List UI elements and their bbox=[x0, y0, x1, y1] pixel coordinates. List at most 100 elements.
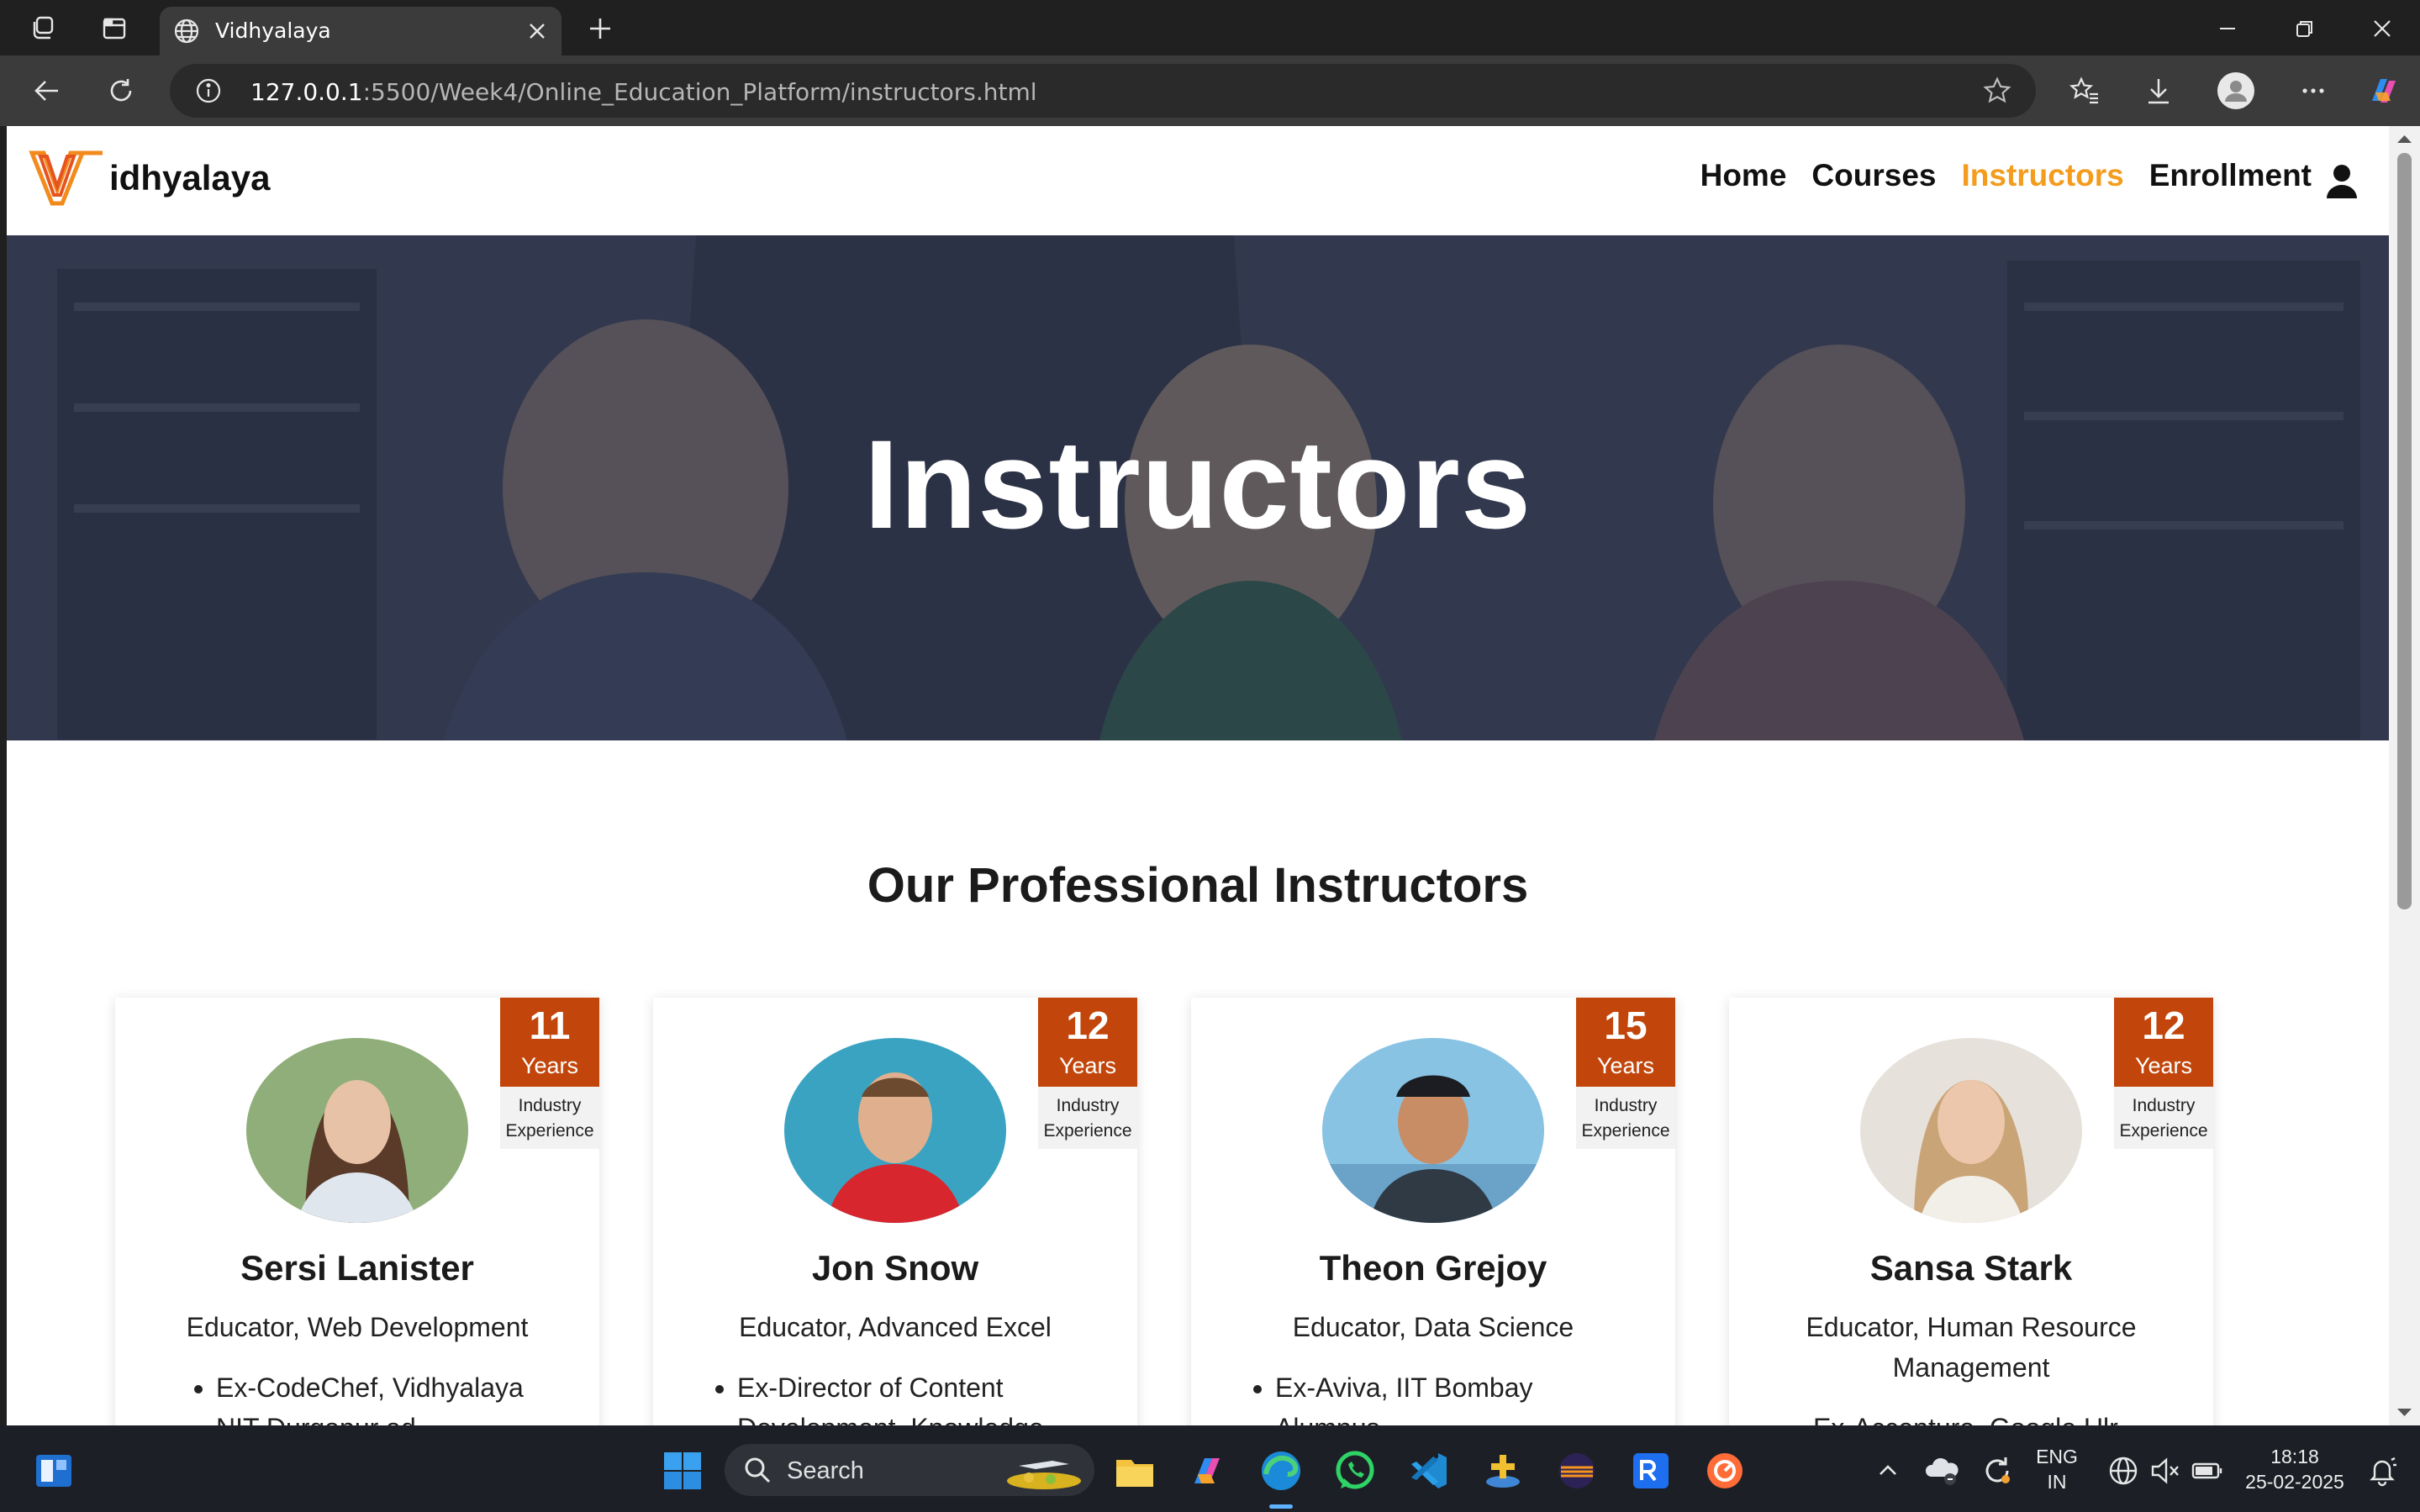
instructor-name: Theon Grejoy bbox=[1319, 1248, 1547, 1288]
url-host: 127.0.0.1 bbox=[250, 78, 363, 106]
active-tab[interactable]: Vidhyalaya bbox=[160, 7, 562, 55]
start-icon[interactable] bbox=[659, 1447, 706, 1494]
url-text[interactable]: 127.0.0.1:5500/Week4/Online_Education_Pl… bbox=[250, 78, 1037, 106]
show-hidden-icons-icon[interactable] bbox=[1864, 1447, 1911, 1494]
instructor-highlights: Ex-CodeChef, Vidhyalaya NIT Durgapur ad.… bbox=[208, 1367, 524, 1425]
minimize-icon[interactable] bbox=[2206, 10, 2249, 47]
years-label: Years bbox=[1058, 1053, 1117, 1078]
list-item: Ex-Accenture, Google Ulr... bbox=[1813, 1408, 2139, 1425]
restore-icon[interactable] bbox=[2283, 10, 2327, 47]
search-highlight-icon bbox=[1002, 1449, 1086, 1495]
hero-banner: Instructors bbox=[7, 235, 2389, 740]
file-explorer-icon[interactable] bbox=[1111, 1447, 1158, 1494]
language-code: ENG bbox=[2036, 1446, 2078, 1467]
nav-instructors[interactable]: Instructors bbox=[1961, 158, 2123, 193]
active-app-indicator bbox=[1269, 1504, 1293, 1509]
instructor-highlights: Ex-Accenture, Google Ulr... bbox=[1805, 1408, 2139, 1425]
close-tab-icon[interactable] bbox=[521, 15, 553, 47]
site-logo[interactable]: idhyalaya bbox=[27, 148, 270, 208]
search-label: Search bbox=[787, 1457, 864, 1484]
instructor-card[interactable]: 12 Years Industry Experience Sansa Stark … bbox=[1729, 998, 2213, 1425]
browser-toolbar: 127.0.0.1:5500/Week4/Online_Education_Pl… bbox=[0, 55, 2420, 126]
favorites-icon[interactable] bbox=[2064, 71, 2105, 111]
close-window-icon[interactable] bbox=[2360, 10, 2404, 47]
scrollbar-thumb[interactable] bbox=[2397, 153, 2412, 909]
notification-bell-icon[interactable] bbox=[2359, 1447, 2406, 1494]
clock[interactable]: 18:18 25-02-2025 bbox=[2236, 1444, 2354, 1494]
widgets-icon[interactable] bbox=[30, 1447, 77, 1494]
instructor-role: Educator, Web Development bbox=[186, 1312, 529, 1342]
list-item: Alumnus bbox=[1275, 1408, 1532, 1425]
experience-label: Industry Experience bbox=[1038, 1087, 1137, 1149]
workspaces-icon[interactable] bbox=[27, 12, 61, 45]
years-number: 12 bbox=[1066, 1004, 1110, 1047]
instructor-card[interactable]: 15 Years Industry Experience Theon Grejoy… bbox=[1191, 998, 1675, 1425]
years-badge: 12 Years bbox=[1038, 998, 1137, 1087]
browser-tab-bar: Vidhyalaya bbox=[0, 0, 2420, 55]
taskbar: Search ENG IN 18:18 25-02-2025 bbox=[0, 1425, 2420, 1512]
years-number: 12 bbox=[2142, 1004, 2185, 1047]
favorite-star-icon[interactable] bbox=[1982, 76, 2012, 110]
list-item: Ex-Aviva, IIT Bombay bbox=[1275, 1367, 1532, 1408]
vscode-icon[interactable] bbox=[1405, 1447, 1453, 1494]
profile-avatar-icon[interactable] bbox=[2216, 71, 2256, 111]
input-language[interactable]: ENG IN bbox=[2027, 1444, 2086, 1494]
years-label: Years bbox=[1596, 1053, 1655, 1078]
update-icon[interactable] bbox=[1974, 1447, 2021, 1494]
years-label: Years bbox=[520, 1053, 579, 1078]
instructor-photo bbox=[246, 1038, 468, 1223]
nav-home[interactable]: Home bbox=[1700, 158, 1787, 193]
reload-icon[interactable] bbox=[101, 71, 141, 111]
globe-icon bbox=[173, 18, 200, 49]
rider-icon[interactable] bbox=[1627, 1447, 1674, 1494]
site-info-icon[interactable] bbox=[195, 77, 222, 108]
whatsapp-icon[interactable] bbox=[1331, 1447, 1379, 1494]
network-icon[interactable] bbox=[2100, 1447, 2147, 1494]
section-title: Our Professional Instructors bbox=[867, 858, 1529, 913]
vertical-tabs-icon[interactable] bbox=[98, 12, 131, 45]
logo-text: idhyalaya bbox=[109, 158, 271, 198]
clock-date: 25-02-2025 bbox=[2245, 1471, 2344, 1493]
nav-enrollment[interactable]: Enrollment bbox=[2149, 158, 2312, 193]
experience-label: Industry Experience bbox=[500, 1087, 599, 1149]
more-options-icon[interactable] bbox=[2293, 71, 2333, 111]
instructor-name: Sersi Lanister bbox=[240, 1248, 474, 1288]
instructor-highlights: Ex-Aviva, IIT Bombay Alumnus bbox=[1267, 1367, 1532, 1425]
address-bar[interactable]: 127.0.0.1:5500/Week4/Online_Education_Pl… bbox=[170, 64, 2036, 118]
user-account-icon[interactable] bbox=[2325, 163, 2359, 200]
eclipse-icon[interactable] bbox=[1553, 1447, 1600, 1494]
copilot-icon[interactable] bbox=[2364, 71, 2404, 111]
instructor-role: Educator, Human Resource Management bbox=[1806, 1312, 2137, 1383]
nav-courses[interactable]: Courses bbox=[1811, 158, 1936, 193]
onedrive-icon[interactable] bbox=[1918, 1447, 1965, 1494]
downloads-icon[interactable] bbox=[2138, 71, 2179, 111]
tab-title: Vidhyalaya bbox=[215, 18, 331, 43]
years-number: 11 bbox=[529, 1004, 571, 1047]
search-icon bbox=[743, 1456, 772, 1488]
edge-browser-icon[interactable] bbox=[1257, 1447, 1305, 1494]
scroll-down-icon[interactable] bbox=[2389, 1402, 2420, 1422]
main-nav: Home Courses Instructors Enrollment bbox=[1700, 158, 2312, 193]
postman-icon[interactable] bbox=[1701, 1447, 1748, 1494]
years-label: Years bbox=[2134, 1053, 2193, 1078]
battery-icon[interactable] bbox=[2184, 1447, 2231, 1494]
list-item: Ex-Director of Content bbox=[737, 1367, 1044, 1408]
page-scrollbar[interactable] bbox=[2389, 126, 2420, 1425]
instructor-card[interactable]: 11 Years Industry Experience Sersi Lanist… bbox=[115, 998, 599, 1425]
url-path: :5500/Week4/Online_Education_Platform/in… bbox=[362, 78, 1037, 106]
experience-label: Industry Experience bbox=[1576, 1087, 1675, 1149]
back-icon[interactable] bbox=[27, 71, 67, 111]
instructor-photo bbox=[784, 1038, 1006, 1223]
years-badge: 11 Years bbox=[500, 998, 599, 1087]
instructor-card[interactable]: 12 Years Industry Experience Jon Snow Edu… bbox=[653, 998, 1137, 1425]
scroll-up-icon[interactable] bbox=[2389, 129, 2420, 150]
experience-label: Industry Experience bbox=[2114, 1087, 2213, 1149]
logo-v-icon bbox=[29, 150, 103, 206]
taskbar-search[interactable]: Search bbox=[725, 1444, 1094, 1496]
volume-muted-icon[interactable] bbox=[2142, 1447, 2189, 1494]
copilot-app-icon[interactable] bbox=[1184, 1447, 1231, 1494]
instructor-name: Sansa Stark bbox=[1869, 1248, 2073, 1288]
new-tab-icon[interactable] bbox=[583, 12, 617, 45]
language-region: IN bbox=[2047, 1471, 2067, 1493]
health-app-icon[interactable] bbox=[1479, 1447, 1526, 1494]
